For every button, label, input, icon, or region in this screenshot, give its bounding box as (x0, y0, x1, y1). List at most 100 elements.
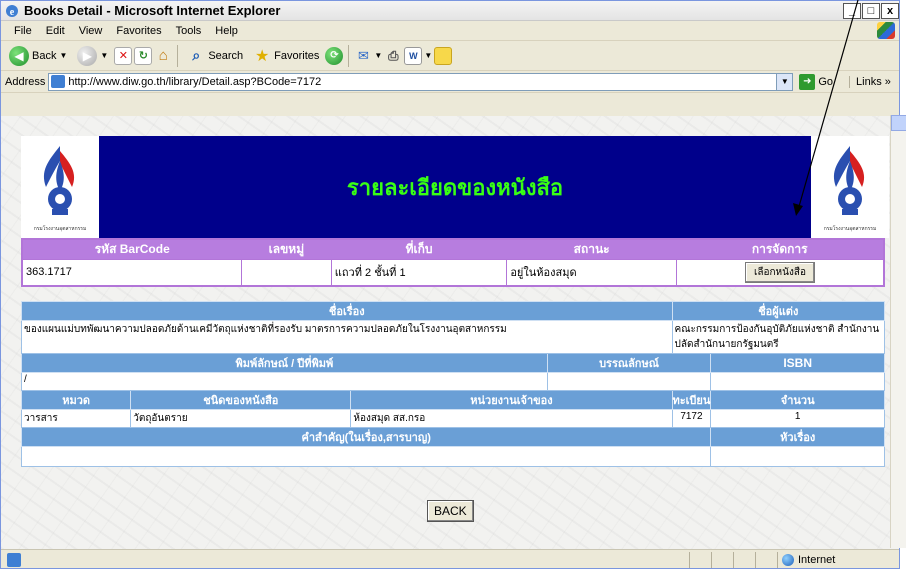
address-input[interactable]: http://www.diw.go.th/library/Detail.asp?… (48, 72, 794, 91)
status-cell (711, 551, 733, 568)
back-dropdown-icon[interactable]: ▼ (59, 51, 67, 60)
diw-logo-icon (833, 146, 865, 215)
home-icon[interactable]: ⌂ (154, 47, 172, 65)
manage-cell: เลือกหนังสือ (675, 259, 885, 286)
register-value: 7172 (671, 409, 712, 428)
toolbar-separator (348, 44, 350, 67)
logo-caption: กรมโรงงานอุตสาหกรรม (823, 226, 877, 232)
status-bar: Internet (1, 549, 899, 568)
isbn-value (710, 372, 885, 391)
back-label: Back (32, 49, 57, 62)
print-icon[interactable]: ⎙ (384, 47, 402, 65)
subject-value (710, 446, 885, 467)
th-subject: หัวเรื่อง (710, 427, 885, 447)
page-icon (51, 75, 66, 88)
logo-caption: กรมโรงงานอุตสาหกรรม (33, 226, 87, 232)
zone-label: Internet (798, 553, 836, 566)
star-icon: ★ (255, 47, 270, 65)
th-register: ทะเบียน (671, 390, 712, 410)
author-value: คณะกรรมการป้องกันอุบัติภัยแห่งชาติ สำนัก… (671, 320, 885, 354)
address-bar: Address http://www.diw.go.th/library/Det… (1, 71, 899, 93)
th-owner: หน่วยงานเจ้าของ (350, 390, 673, 410)
barcode-value: 363.1717 (21, 259, 242, 286)
menu-tools[interactable]: Tools (169, 25, 209, 37)
go-button[interactable]: ➜ Go (799, 73, 834, 90)
go-arrow-icon: ➜ (799, 73, 816, 90)
toolbar-separator (177, 44, 179, 67)
back-button[interactable]: BACK (427, 500, 474, 522)
title-value: ของแผนแม่บทพัฒนาความปลอดภัยด้านเคมีวัตถุ… (21, 320, 673, 354)
word-icon[interactable]: W (404, 46, 423, 65)
th-keywords: คำสำคัญ(ในเรื่อง,สารบาญ) (20, 427, 712, 447)
search-label: Search (208, 49, 244, 62)
location-value: แถวที่ 2 ชั้นที่ 1 (330, 259, 508, 286)
windows-logo-icon (877, 22, 895, 39)
go-label: Go (818, 75, 834, 88)
forward-nav-button[interactable]: ▶ ▼ (73, 44, 112, 68)
back-nav-button[interactable]: ◀ Back ▼ (5, 44, 71, 68)
select-book-button[interactable]: เลือกหนังสือ (744, 261, 815, 283)
media-icon[interactable]: ⟳ (325, 46, 344, 65)
menu-edit[interactable]: Edit (39, 25, 72, 37)
th-title: ชื่อเรื่อง (21, 301, 673, 321)
maximize-button[interactable]: □ (862, 2, 880, 19)
th-biblio: บรรณลักษณ์ (546, 353, 712, 373)
biblio-value (546, 372, 712, 391)
status-cell (755, 551, 777, 568)
menu-bar: File Edit View Favorites Tools Help (1, 21, 899, 41)
th-publication: พิมพ์ลักษณ์ / ปีที่พิมพ์ (21, 353, 548, 373)
address-dropdown-icon[interactable]: ▼ (776, 73, 793, 90)
mail-dropdown-icon[interactable]: ▼ (374, 51, 382, 60)
back-arrow-icon: ◀ (9, 45, 29, 66)
discuss-icon[interactable] (434, 46, 453, 65)
ie-icon: e (6, 4, 18, 18)
status-cell (689, 551, 711, 568)
th-status: สถานะ (506, 239, 677, 260)
search-icon: ⌕ (192, 47, 201, 63)
mail-icon[interactable]: ✉ (354, 47, 372, 65)
window-title: Books Detail - Microsoft Internet Explor… (24, 3, 281, 18)
type-value: วัตถุอันตราย (130, 409, 352, 428)
svg-text:e: e (10, 7, 15, 18)
forward-dropdown-icon[interactable]: ▼ (100, 51, 108, 60)
page-content: กรมโรงงานอุตสาหกรรม รายละเอียดของหนังสือ… (1, 116, 899, 549)
menu-view[interactable]: View (72, 25, 110, 37)
th-isbn: ISBN (710, 353, 885, 373)
edit-dropdown-icon[interactable]: ▼ (424, 51, 432, 60)
diw-logo-icon (43, 146, 75, 215)
th-location: ที่เก็บ (331, 239, 507, 260)
links-button[interactable]: Links » (849, 75, 891, 88)
stop-icon[interactable]: ✕ (114, 46, 133, 65)
page-title: รายละเอียดของหนังสือ (346, 175, 564, 201)
favorites-label: Favorites (274, 49, 320, 62)
th-type: ชนิดของหนังสือ (130, 390, 352, 410)
address-url: http://www.diw.go.th/library/Detail.asp?… (68, 75, 322, 88)
category-value: วารสาร (20, 409, 132, 428)
th-callno: เลขหมู่ (241, 239, 332, 260)
callno-value (241, 259, 332, 286)
address-label: Address (5, 75, 46, 88)
security-zone: Internet (777, 551, 899, 568)
links-label: Links (856, 75, 882, 88)
th-manage: การจัดการ (676, 239, 884, 260)
menu-file[interactable]: File (7, 25, 39, 37)
favorites-button[interactable]: ★ Favorites (249, 44, 323, 68)
scroll-up-button[interactable] (891, 115, 906, 131)
search-button[interactable]: ⌕ Search (183, 44, 247, 68)
refresh-icon[interactable]: ↻ (134, 46, 153, 65)
logo-right: กรมโรงงานอุตสาหกรรม (811, 136, 889, 238)
menu-favorites[interactable]: Favorites (109, 25, 168, 37)
menu-help[interactable]: Help (208, 25, 245, 37)
status-cells: Internet (689, 551, 899, 568)
status-value: อยู่ในห้องสมุด (506, 259, 677, 286)
status-cell (733, 551, 755, 568)
quantity-value: 1 (710, 409, 885, 428)
minimize-button[interactable]: _ (843, 2, 861, 19)
vertical-scrollbar[interactable] (890, 115, 906, 548)
owner-value: ห้องสมุด สส.กรอ (350, 409, 673, 428)
th-quantity: จำนวน (710, 390, 885, 410)
close-button[interactable]: x (881, 2, 899, 19)
forward-arrow-icon: ▶ (77, 45, 98, 66)
book-detail-table: ชื่อเรื่อง ชื่อผู้แต่ง ของแผนแม่บทพัฒนาค… (20, 301, 885, 467)
toolbar: ◀ Back ▼ ▶ ▼ ✕ ↻ ⌂ ⌕ Search ★ Favorites … (1, 41, 899, 71)
